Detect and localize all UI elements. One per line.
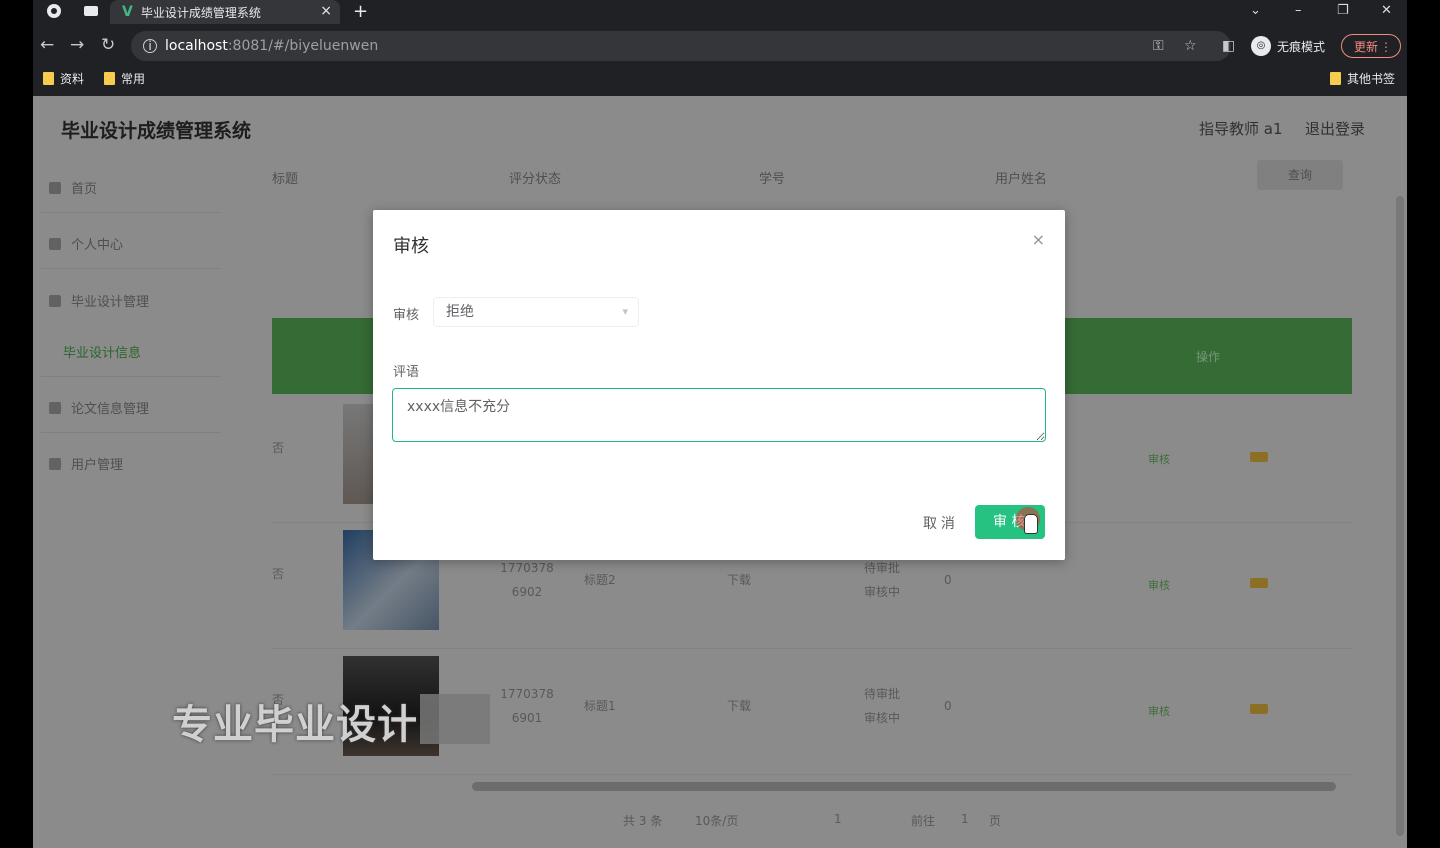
dialog-title: 审核 xyxy=(393,236,429,257)
bookmark-folder[interactable]: 资料 xyxy=(43,70,84,87)
status-label: 审核 xyxy=(393,308,420,323)
bookmark-label: 资料 xyxy=(60,72,85,86)
other-bookmarks-label: 其他书签 xyxy=(1347,72,1396,86)
tab-title: 毕业设计成绩管理系统 xyxy=(140,5,261,20)
browser-logo-icon xyxy=(47,4,61,18)
minimize-button[interactable]: – xyxy=(1295,0,1302,22)
review-dialog: 审核 × 审核 拒绝 ▾ 评语 取 消 审 核 xyxy=(373,210,1065,560)
url-host: localhost xyxy=(165,38,228,54)
address-bar[interactable]: i localhost :8081/#/biyeluenwen xyxy=(131,31,1231,61)
tab-search-icon[interactable]: ⌄ xyxy=(1250,0,1261,22)
browser-chrome: V 毕业设计成绩管理系统 × + ⌄ – ❐ ✕ ← → ↻ i localho… xyxy=(33,0,1407,96)
other-bookmarks[interactable]: 其他书签 xyxy=(1330,70,1395,87)
update-label: 更新 xyxy=(1354,40,1379,54)
chevron-down-icon: ▾ xyxy=(622,305,628,318)
close-icon[interactable]: × xyxy=(1032,230,1045,249)
restore-button[interactable]: ❐ xyxy=(1337,0,1349,22)
url-path: :8081/#/biyeluenwen xyxy=(227,38,379,54)
address-row: ← → ↻ i localhost :8081/#/biyeluenwen ⚿ … xyxy=(33,30,1407,62)
key-icon[interactable]: ⚿ xyxy=(1153,38,1164,54)
tab-overview-icon[interactable] xyxy=(83,3,99,19)
bookmark-label: 常用 xyxy=(121,72,146,86)
incognito-icon: ◎ xyxy=(1251,36,1271,56)
site-info-icon[interactable]: i xyxy=(143,39,157,53)
window-close-button[interactable]: ✕ xyxy=(1381,0,1392,22)
incognito-indicator[interactable]: ◎ 无痕模式 xyxy=(1251,36,1325,56)
incognito-label: 无痕模式 xyxy=(1277,39,1326,54)
new-tab-button[interactable]: + xyxy=(353,0,368,24)
cancel-button[interactable]: 取 消 xyxy=(913,506,965,538)
watermark-blur xyxy=(420,694,490,744)
folder-icon xyxy=(104,72,115,85)
menu-icon[interactable]: ⋮ xyxy=(1380,35,1392,59)
comment-label: 评语 xyxy=(393,365,420,380)
sidepanel-icon[interactable]: ◧ xyxy=(1222,38,1235,54)
tab-active[interactable]: V 毕业设计成绩管理系统 × xyxy=(110,0,340,24)
tab-close-icon[interactable]: × xyxy=(320,3,332,19)
folder-icon xyxy=(1330,72,1341,85)
back-button[interactable]: ← xyxy=(40,35,54,55)
star-icon[interactable]: ☆ xyxy=(1184,38,1197,54)
tab-bar: V 毕业设计成绩管理系统 × + ⌄ – ❐ ✕ xyxy=(33,0,1407,24)
comment-textarea[interactable] xyxy=(392,388,1046,442)
vue-logo-icon: V xyxy=(122,4,133,20)
forward-button[interactable]: → xyxy=(70,35,84,55)
video-watermark: 专业毕业设计 xyxy=(172,702,418,748)
reload-button[interactable]: ↻ xyxy=(101,35,115,55)
status-select[interactable]: 拒绝 ▾ xyxy=(433,297,639,327)
update-button[interactable]: 更新 ⋮ xyxy=(1341,34,1401,58)
folder-icon xyxy=(43,72,54,85)
bookmarks-bar: 资料 常用 其他书签 xyxy=(33,68,1407,90)
status-value: 拒绝 xyxy=(446,304,474,320)
bookmark-folder[interactable]: 常用 xyxy=(104,70,145,87)
hand-cursor-icon xyxy=(1024,514,1038,534)
